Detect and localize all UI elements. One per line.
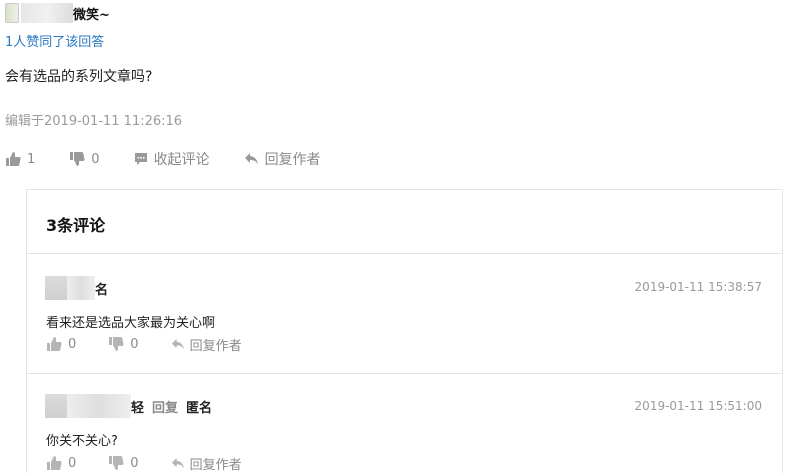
comment-upvote-button[interactable]: 0 [46, 455, 76, 471]
comment-author-redacted [67, 276, 95, 300]
comments-count-title: 3条评论 [46, 216, 106, 235]
comment-author[interactable]: 名 [45, 276, 108, 300]
comment-text: 看来还是选品大家最为关心啊 [46, 316, 216, 331]
comment-downvote-count: 0 [130, 336, 139, 352]
upvote-count: 1 [27, 151, 36, 167]
downvote-button[interactable]: 0 [69, 151, 100, 167]
comment-reply-button[interactable]: 回复作者 [171, 335, 242, 354]
reply-arrow-icon [171, 457, 185, 470]
thumb-down-icon [108, 455, 124, 471]
comment-reply-label: 回复作者 [189, 338, 242, 354]
comment-author-name[interactable]: 轻 [131, 397, 144, 416]
comment-downvote-button[interactable]: 0 [108, 455, 139, 471]
comment-author-redacted [67, 394, 131, 418]
comment-reply-label: 回复作者 [189, 457, 242, 473]
comment-author-name[interactable]: 名 [95, 279, 108, 298]
edit-timestamp: 编辑于2019-01-11 11:26:16 [5, 114, 183, 129]
thumb-down-icon [108, 336, 124, 352]
thumb-up-icon [46, 336, 62, 352]
upvote-button[interactable]: 1 [5, 151, 35, 167]
reply-target-name[interactable]: 匿名 [186, 397, 212, 416]
reply-author-label: 回复作者 [264, 152, 321, 168]
agree-count-link[interactable]: 1人赞同了该回答 [5, 31, 104, 50]
collapse-comments-label: 收起评论 [153, 152, 210, 168]
comment-text: 你关不关心? [46, 434, 118, 449]
comment-avatar[interactable] [45, 394, 67, 418]
comment-icon [134, 152, 148, 166]
comments-panel: 3条评论 名 2019-01-11 15:38:57 看来还是选品大家最为关心啊… [26, 189, 783, 473]
reply-arrow-icon [244, 152, 259, 166]
comment-reply-button[interactable]: 回复作者 [171, 454, 242, 473]
thumb-up-icon [5, 151, 21, 167]
comment-timestamp: 2019-01-11 15:51:00 [634, 399, 762, 413]
author-name-redacted [21, 3, 73, 23]
reply-word: 回复 [152, 400, 179, 416]
comment-upvote-count: 0 [68, 455, 77, 471]
comment-avatar[interactable] [45, 276, 67, 300]
author-name[interactable]: 微笑~ [73, 4, 110, 23]
comment-author[interactable]: 轻 回复 匿名 [45, 394, 212, 418]
reply-arrow-icon [171, 338, 185, 351]
comment-upvote-count: 0 [68, 336, 77, 352]
comment-upvote-button[interactable]: 0 [46, 336, 76, 352]
comment-downvote-button[interactable]: 0 [108, 336, 139, 352]
comment-timestamp: 2019-01-11 15:38:57 [634, 280, 762, 294]
divider [27, 373, 782, 374]
comment-action-bar: 0 0 回复作者 [46, 334, 242, 354]
author-avatar[interactable] [5, 3, 19, 23]
reply-author-button[interactable]: 回复作者 [244, 149, 321, 169]
collapse-comments-button[interactable]: 收起评论 [134, 149, 210, 169]
downvote-count: 0 [91, 151, 100, 167]
comment-action-bar: 0 0 回复作者 [46, 453, 242, 473]
answer-content: 会有选品的系列文章吗? [5, 69, 153, 85]
thumb-up-icon [46, 455, 62, 471]
answer-action-bar: 1 0 收起评论 回复作者 [5, 148, 321, 170]
answer-author[interactable]: 微笑~ [5, 2, 110, 24]
divider [27, 253, 782, 254]
thumb-down-icon [69, 151, 85, 167]
comment-downvote-count: 0 [130, 455, 139, 471]
